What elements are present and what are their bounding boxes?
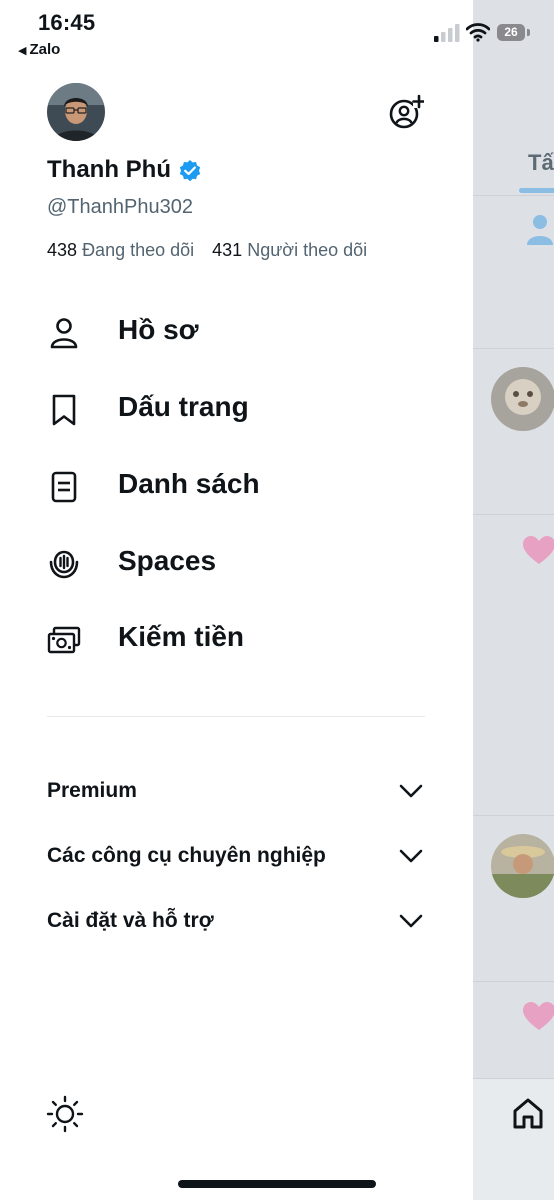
menu-item-label: Dấu trang xyxy=(118,391,249,422)
menu-item-lists[interactable]: Danh sách xyxy=(0,456,473,516)
battery-level: 26 xyxy=(497,24,525,41)
money-icon xyxy=(47,626,81,654)
cellular-signal-icon xyxy=(434,24,460,42)
background-divider xyxy=(473,195,554,196)
side-drawer: 16:45 ◀Zalo Thanh Phú @ThanhPhu302 438 xyxy=(0,0,473,1200)
back-app-label: Zalo xyxy=(29,41,61,58)
background-divider xyxy=(473,348,554,349)
add-account-icon[interactable] xyxy=(388,94,424,130)
background-divider xyxy=(473,514,554,515)
follow-stats: 438 Đang theo dõi 431 Người theo dõi xyxy=(47,240,367,261)
home-icon xyxy=(513,1098,543,1129)
profile-handle: @ThanhPhu302 xyxy=(47,196,193,218)
person-icon xyxy=(527,215,553,245)
bookmark-icon xyxy=(52,394,76,426)
following-label: Đang theo dõi xyxy=(82,240,195,260)
sun-icon[interactable] xyxy=(46,1095,84,1133)
followers-count: 431 xyxy=(212,240,243,260)
avatar xyxy=(491,367,554,431)
menu-item-label: Hồ sơ xyxy=(118,314,199,345)
person-icon xyxy=(50,318,78,349)
battery-cap xyxy=(527,29,530,36)
home-indicator[interactable] xyxy=(178,1180,376,1188)
background-tab-label: Tấ xyxy=(528,150,554,175)
menu-item-spaces[interactable]: Spaces xyxy=(0,533,473,593)
verified-badge-icon xyxy=(179,160,201,182)
following-count: 438 xyxy=(47,240,78,260)
chevron-down-icon xyxy=(399,849,423,863)
followers-label: Người theo dõi xyxy=(247,240,368,260)
heart-icon xyxy=(523,1002,554,1030)
profile-avatar[interactable] xyxy=(47,83,105,141)
menu-item-bookmarks[interactable]: Dấu trang xyxy=(0,379,473,439)
followers-link[interactable]: 431 Người theo dõi xyxy=(212,240,367,260)
wifi-icon xyxy=(466,23,490,42)
background-feed: Tấ xyxy=(473,0,554,1200)
heart-icon xyxy=(523,536,554,564)
list-icon xyxy=(51,471,77,503)
menu-item-label: Spaces xyxy=(118,545,217,576)
section-label: Các công cụ chuyên nghiệp xyxy=(47,844,326,867)
section-label: Cài đặt và hỗ trợ xyxy=(47,909,214,932)
menu-item-monetization[interactable]: Kiếm tiền xyxy=(0,609,473,669)
background-divider xyxy=(473,815,554,816)
menu-item-profile[interactable]: Hồ sơ xyxy=(0,302,473,362)
spaces-icon xyxy=(49,550,79,579)
background-tab-indicator xyxy=(519,188,554,193)
back-to-app-link[interactable]: ◀ Zalo xyxy=(18,41,60,58)
avatar xyxy=(491,834,554,898)
section-settings-support[interactable]: Cài đặt và hỗ trợ xyxy=(0,901,473,941)
chevron-down-icon xyxy=(399,914,423,928)
section-premium[interactable]: Premium xyxy=(0,771,473,811)
menu-item-label: Kiếm tiền xyxy=(118,621,245,652)
back-arrow-icon: ◀ xyxy=(18,45,27,57)
section-professional-tools[interactable]: Các công cụ chuyên nghiệp xyxy=(0,836,473,876)
menu-item-label: Danh sách xyxy=(118,468,260,499)
profile-name[interactable]: Thanh Phú xyxy=(47,156,171,184)
section-label: Premium xyxy=(47,779,137,802)
background-divider xyxy=(473,981,554,982)
following-link[interactable]: 438 Đang theo dõi xyxy=(47,240,194,260)
battery-indicator: 26 xyxy=(497,24,531,42)
chevron-down-icon xyxy=(399,784,423,798)
menu-divider xyxy=(47,716,425,717)
status-time: 16:45 xyxy=(38,10,96,35)
